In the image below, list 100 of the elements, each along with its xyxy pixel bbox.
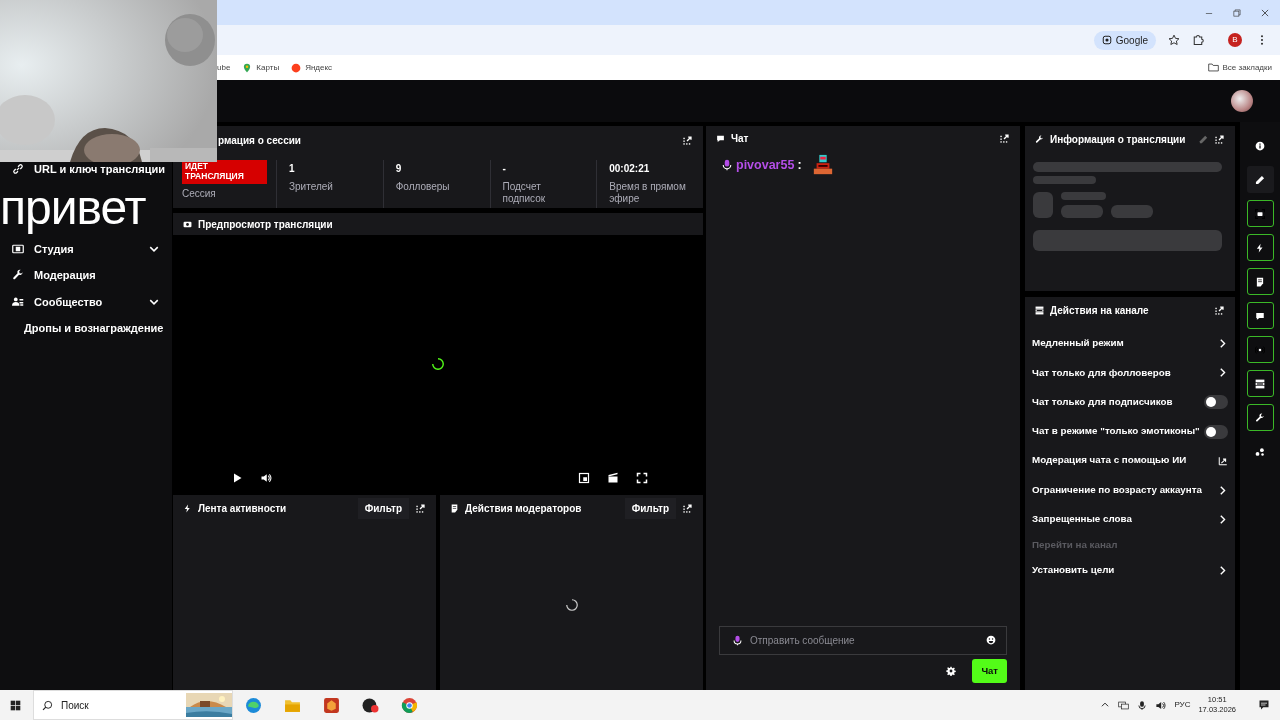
app-icon[interactable]	[362, 696, 379, 714]
bookmark-link[interactable]: Яндекс	[305, 61, 333, 74]
sidebar-item[interactable]: Студия	[34, 240, 138, 258]
mic-icon	[721, 158, 733, 172]
document-icon	[1255, 276, 1265, 287]
lightning-icon	[1255, 242, 1265, 253]
stack-icon	[1255, 378, 1265, 389]
pencil-icon	[1255, 174, 1265, 185]
rail-button[interactable]	[1246, 370, 1274, 397]
setting-label[interactable]: Ограничение по возрасту аккаунта	[1032, 482, 1217, 498]
pencil-icon[interactable]	[1199, 134, 1208, 144]
play-icon[interactable]	[231, 472, 243, 484]
popout-icon[interactable]	[1214, 133, 1225, 145]
mic-icon[interactable]	[732, 633, 743, 647]
sidebar-item[interactable]: Дропы и вознаграждение	[24, 320, 164, 337]
wrench-icon	[1035, 134, 1044, 144]
stack-icon	[1035, 305, 1044, 315]
sidebar-item[interactable]: Модерация	[34, 267, 160, 284]
rail-button[interactable]	[1246, 404, 1274, 431]
profile-avatar[interactable]: В	[1228, 33, 1242, 47]
chat-icon	[716, 133, 725, 143]
bookmark-link[interactable]: Карты	[256, 61, 280, 74]
dots-icon	[1255, 446, 1265, 457]
restore-icon[interactable]	[1232, 7, 1242, 18]
lightning-icon	[183, 503, 192, 513]
network-icon[interactable]	[1118, 699, 1130, 711]
search-placeholder: Поиск	[61, 698, 90, 713]
language-indicator[interactable]: РУС	[1174, 699, 1191, 711]
toggle-switch[interactable]	[1204, 395, 1228, 410]
bookmark-link[interactable]: Все закладки	[1222, 61, 1272, 74]
stat-value: 00:02:21	[609, 162, 651, 175]
sidebar-item[interactable]: URL и ключ трансляции	[34, 161, 165, 178]
popout-icon[interactable]	[682, 134, 693, 146]
document-icon	[450, 503, 459, 513]
rail-button[interactable]	[1246, 302, 1274, 329]
browser-icon[interactable]	[401, 696, 418, 714]
caret-up-icon[interactable]	[1100, 700, 1111, 710]
panel-title: Лента активности	[198, 501, 288, 516]
send-chat-button[interactable]: Чат	[972, 658, 1007, 683]
message-field[interactable]: Отправить сообщение	[719, 625, 1007, 655]
loading-placeholder	[1033, 176, 1096, 184]
setting-label[interactable]: Модерация чата с помощью ИИ	[1032, 453, 1218, 469]
bookmark-link[interactable]: ube	[217, 61, 231, 74]
setting-label[interactable]: Медленный режим	[1032, 336, 1217, 351]
taskbar-search[interactable]: Поиск	[33, 690, 233, 720]
settings-icon[interactable]	[946, 665, 957, 676]
user-avatar[interactable]	[1231, 90, 1253, 112]
close-icon[interactable]	[1260, 7, 1270, 18]
filter-button[interactable]: Фильтр	[357, 497, 409, 519]
session-label: Сессия	[182, 187, 217, 200]
setting-label[interactable]: Чат только для фолловеров	[1032, 365, 1217, 381]
rail-button[interactable]	[1246, 200, 1274, 227]
folder-icon	[1207, 62, 1219, 73]
external-link-icon[interactable]	[1218, 455, 1228, 466]
rail-button[interactable]	[1246, 336, 1274, 363]
emoji-icon[interactable]	[986, 634, 996, 645]
fullscreen-icon[interactable]	[636, 472, 648, 484]
broadcast-icon	[1255, 344, 1265, 355]
popout-icon[interactable]	[415, 502, 426, 514]
puzzle-icon[interactable]	[1192, 34, 1204, 46]
setting-label[interactable]: Установить цели	[1032, 563, 1217, 579]
info-icon	[1255, 140, 1265, 151]
lens-chip[interactable]: Google	[1093, 30, 1156, 50]
browser-icon[interactable]	[245, 696, 262, 714]
stat-label: Фолловеры	[395, 181, 451, 193]
people-icon	[12, 296, 24, 309]
star-icon[interactable]	[1168, 34, 1180, 46]
sidebar-item[interactable]: Сообщество	[34, 293, 138, 311]
notification-icon[interactable]	[1258, 699, 1270, 711]
rail-button[interactable]	[1246, 268, 1274, 295]
popout-icon[interactable]	[682, 502, 693, 514]
wrench-icon	[12, 269, 24, 282]
chat-username[interactable]: pivovar55	[736, 155, 795, 175]
mic-icon[interactable]	[1137, 699, 1148, 711]
stat-label: Время в прямом эфире	[609, 181, 687, 205]
toggle-switch[interactable]	[1204, 424, 1228, 439]
mini-player-icon[interactable]	[578, 472, 590, 484]
film-icon	[12, 242, 24, 255]
setting-label[interactable]: Запрещенные слова	[1032, 512, 1217, 527]
chat-icon	[1255, 310, 1265, 321]
filter-button[interactable]: Фильтр	[624, 497, 676, 519]
speaker-icon[interactable]	[1155, 699, 1167, 711]
stat-value: -	[502, 162, 507, 175]
wrench-icon	[1255, 412, 1265, 423]
volume-icon[interactable]	[260, 472, 272, 484]
search-icon	[42, 699, 53, 711]
link-icon	[12, 163, 24, 176]
loading-placeholder	[1033, 192, 1053, 218]
stat-value: 1	[289, 162, 296, 175]
camera-icon	[183, 219, 192, 229]
map-pin-icon	[242, 62, 253, 73]
theater-mode-icon[interactable]	[607, 472, 619, 484]
rail-button[interactable]	[1246, 234, 1274, 261]
panel-title: Предпросмотр трансляции	[198, 217, 334, 232]
overlay-caption: привет	[0, 182, 146, 236]
stat-value: 9	[395, 162, 403, 175]
rail-button[interactable]	[1246, 166, 1274, 193]
popout-icon[interactable]	[1214, 304, 1225, 316]
popout-icon[interactable]	[999, 132, 1010, 144]
windows-logo-icon[interactable]	[10, 699, 21, 711]
